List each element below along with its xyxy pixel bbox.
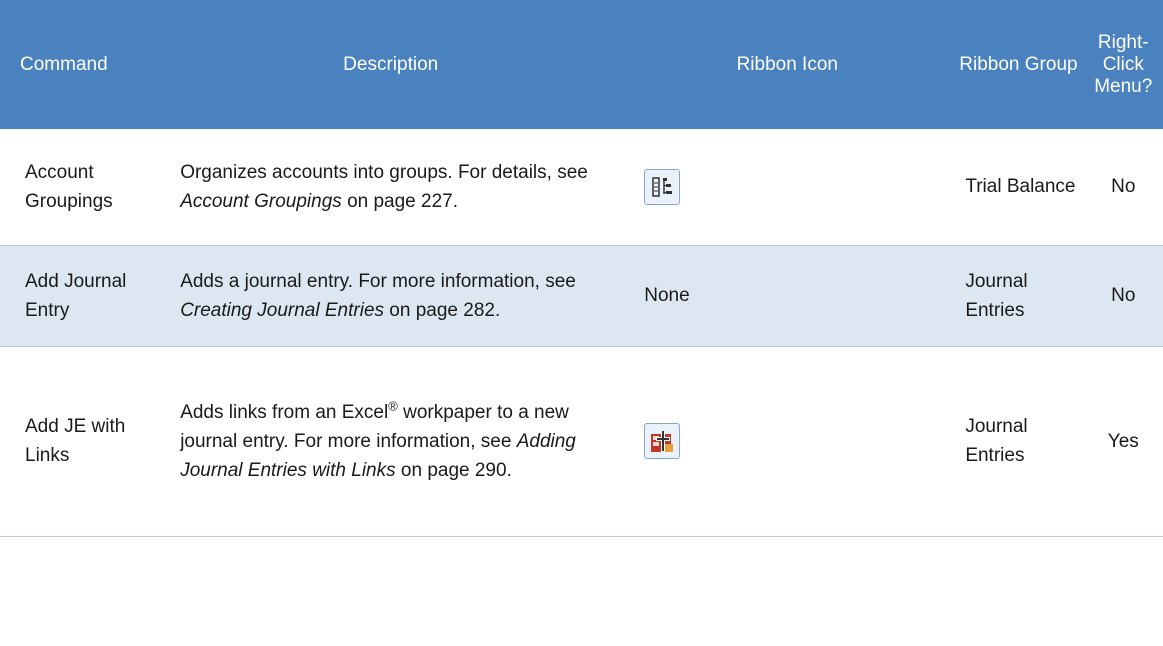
table-row: Add JE with Links Adds links from an Exc… <box>0 346 1163 536</box>
ribbon-group-cell: Trial Balance <box>965 176 1076 198</box>
header-ribbon-icon: Ribbon Icon <box>736 53 838 75</box>
description-text: Organizes accounts into groups. For deta… <box>180 161 588 183</box>
table-row: Account Groupings Organizes accounts int… <box>0 129 1163 245</box>
description-link[interactable]: Account Groupings <box>180 191 342 212</box>
ribbon-group-cell: Journal Entries <box>965 270 1028 321</box>
ribbon-icon-cell: None <box>644 285 690 306</box>
description-text: Adds links from an Excel <box>180 401 389 423</box>
header-description: Description <box>343 53 439 75</box>
description-page: on page 290. <box>400 459 512 481</box>
account-groupings-icon[interactable] <box>644 168 681 205</box>
right-click-cell: Yes <box>1107 430 1139 452</box>
table-row: Add Journal Entry Adds a journal entry. … <box>0 245 1163 346</box>
description-page: on page 282. <box>389 299 501 321</box>
description-text: Adds a journal entry. For more informati… <box>180 270 576 292</box>
right-click-cell: No <box>1111 176 1136 198</box>
right-click-cell: No <box>1111 285 1136 306</box>
add-je-links-icon[interactable] <box>644 423 681 459</box>
command-cell: Add Journal Entry <box>25 270 127 321</box>
description-cell: Organizes accounts into groups. For deta… <box>160 129 621 245</box>
description-cell: Adds links from an Excel® workpaper to a… <box>160 346 621 536</box>
description-link[interactable]: Creating Journal Entries <box>180 300 384 321</box>
ribbon-icon-cell <box>621 346 953 536</box>
commands-table: Command Description Ribbon Icon Ribbon G… <box>0 0 1163 537</box>
header-right-click: Right-Click Menu? <box>1094 31 1153 97</box>
header-ribbon-group: Ribbon Group <box>959 53 1078 75</box>
header-row: Command Description Ribbon Icon Ribbon G… <box>0 0 1163 129</box>
header-command: Command <box>20 53 108 75</box>
table-header: Command Description Ribbon Icon Ribbon G… <box>0 0 1163 129</box>
ribbon-icon-cell <box>621 129 953 245</box>
ribbon-group-cell: Journal Entries <box>965 416 1028 466</box>
description-page: on page 227. <box>347 190 459 212</box>
command-cell: Add JE with Links <box>25 416 126 466</box>
command-cell: Account Groupings <box>25 161 113 212</box>
registered-mark: ® <box>388 398 398 414</box>
description-cell: Adds a journal entry. For more informati… <box>160 245 621 346</box>
